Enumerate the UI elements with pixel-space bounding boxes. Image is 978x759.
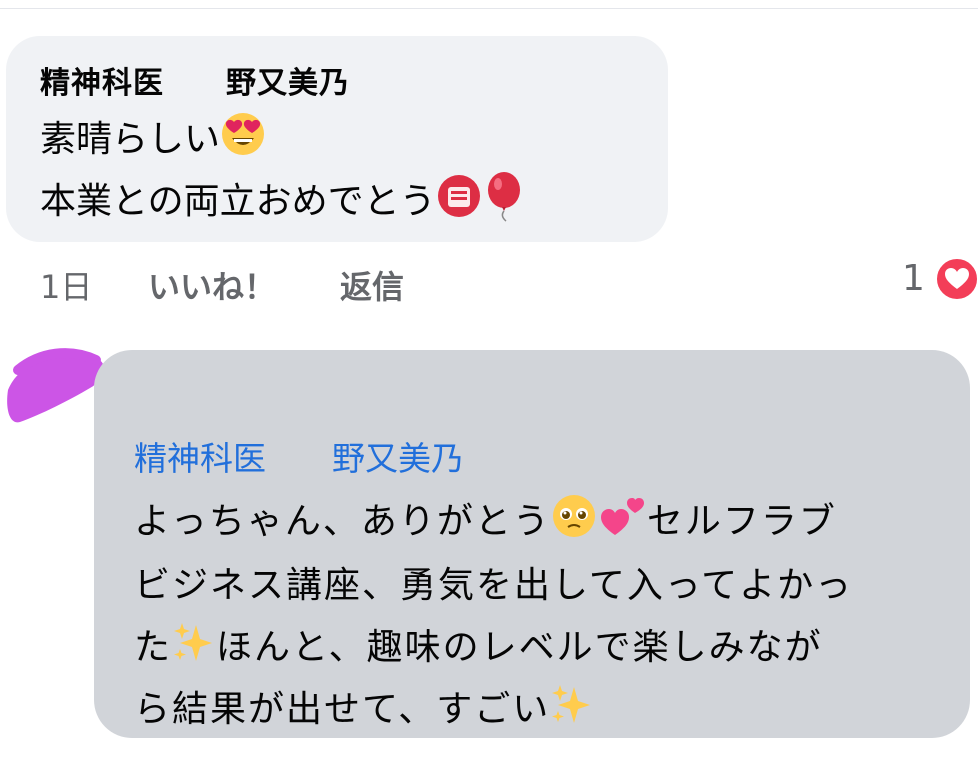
comment-text-line-1: 素晴らしい: [40, 110, 266, 169]
comment-timestamp[interactable]: 1日: [40, 262, 92, 308]
love-reaction-icon[interactable]: [934, 256, 978, 302]
sparkles-icon: [550, 681, 594, 736]
comment-text-line-2: 本業との両立おめでとう: [40, 170, 528, 234]
heart-eyes-face-icon: [220, 111, 266, 166]
reply-text-line-2: ビジネス講座、勇気を出して入ってよかっ: [134, 565, 854, 606]
balloon-icon: [482, 170, 528, 231]
like-button[interactable]: いいね！: [148, 262, 276, 308]
congratulations-badge-icon: [436, 173, 482, 228]
sparkles-icon: [172, 619, 216, 674]
reply-button[interactable]: 返信: [340, 262, 404, 308]
comment-author[interactable]: 精神科医 野又美乃: [40, 58, 350, 102]
top-divider: [0, 8, 978, 9]
two-hearts-icon: [597, 493, 647, 548]
reply-text-line-4: ら結果が出せて、すごい: [134, 680, 594, 739]
reply-author[interactable]: 精神科医 野又美乃: [134, 432, 464, 480]
reaction-count[interactable]: 1: [902, 258, 925, 299]
reply-text-line-1: よっちゃん、ありがとう セルフラブ: [134, 492, 837, 551]
pleading-face-icon: [551, 493, 597, 548]
reply-text-line-3: た ほんと、趣味のレベルで楽しみなが: [134, 618, 823, 677]
